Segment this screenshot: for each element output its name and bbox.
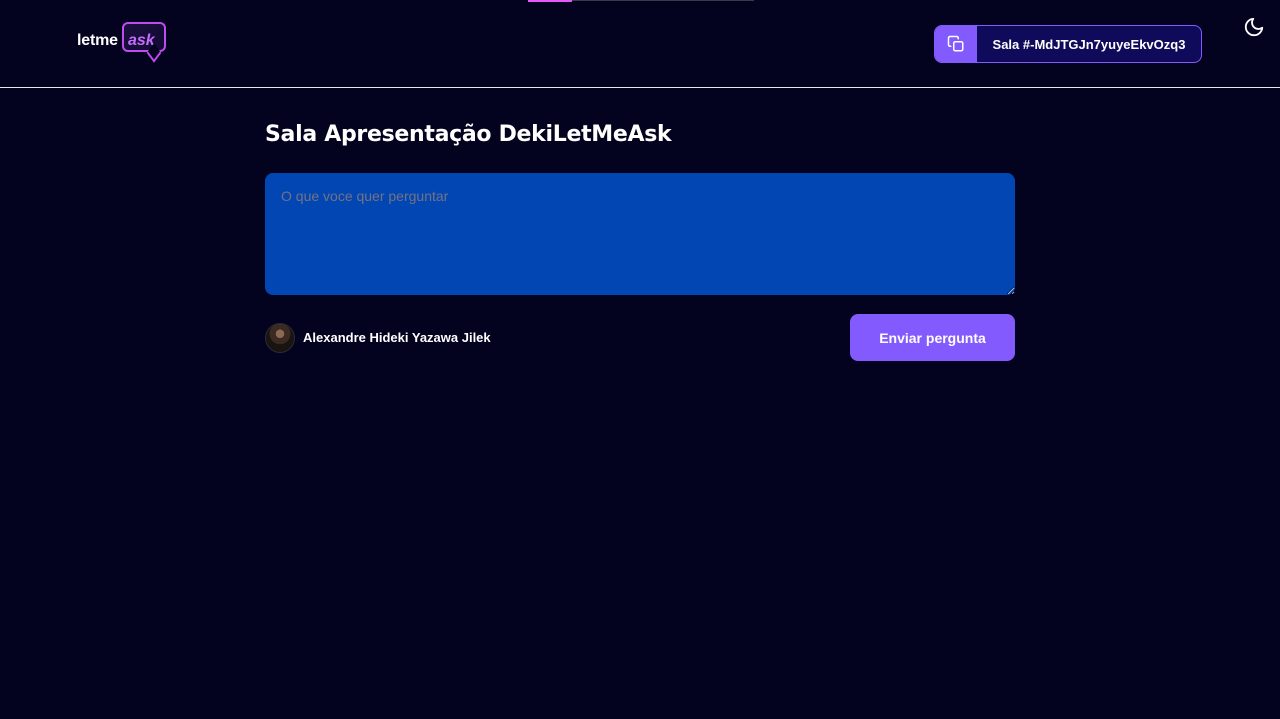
user-name: Alexandre Hideki Yazawa Jilek [303, 330, 491, 345]
question-input[interactable] [265, 173, 1015, 295]
moon-icon [1244, 17, 1264, 37]
logo-text-ask: ask [128, 32, 155, 49]
loading-indicator [528, 0, 754, 2]
theme-toggle-button[interactable] [1243, 16, 1265, 38]
room-code-label: Sala #-MdJTGJn7yuyeEkvOzq3 [992, 36, 1186, 52]
logo-speech-bubble: ask [122, 22, 166, 52]
copy-icon [935, 26, 977, 62]
form-footer: Alexandre Hideki Yazawa Jilek Enviar per… [265, 314, 1015, 361]
top-bar: letme ask Sala #-MdJTGJn7yuyeEkvOzq3 [0, 0, 1280, 88]
avatar [265, 322, 295, 353]
logo-text-letme: letme [77, 32, 118, 49]
page-title: Sala Apresentação DekiLetMeAsk [265, 122, 672, 147]
user-info: Alexandre Hideki Yazawa Jilek [265, 322, 491, 353]
send-question-button[interactable]: Enviar pergunta [850, 314, 1015, 361]
room-code-button[interactable]: Sala #-MdJTGJn7yuyeEkvOzq3 [934, 25, 1202, 63]
question-form-section: Sala Apresentação DekiLetMeAsk Alexandre… [265, 118, 1015, 361]
letmeask-logo[interactable]: letme ask [77, 22, 172, 64]
